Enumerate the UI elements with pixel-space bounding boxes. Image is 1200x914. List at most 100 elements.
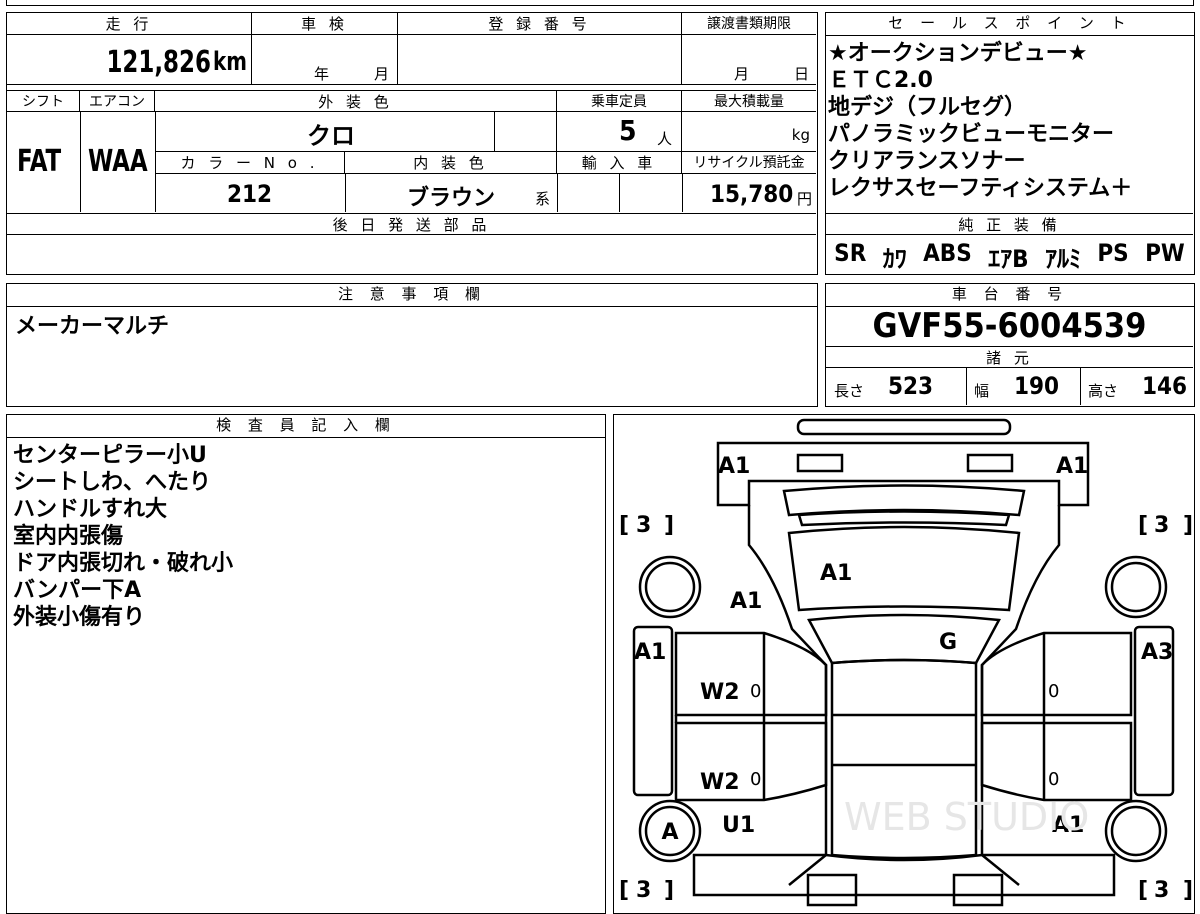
max-load-label: 最大積載量: [682, 90, 816, 112]
svg-text:[: [: [1138, 513, 1148, 538]
mark-zero-rf: 0: [1048, 681, 1059, 702]
inspector-line: センターピラー小U: [13, 443, 207, 468]
equipment-item: ｱﾙﾐ: [1044, 245, 1081, 273]
svg-text:]: ]: [664, 878, 674, 903]
spec-width-cell: 幅 190: [966, 368, 1081, 405]
svg-text:]: ]: [1183, 878, 1193, 903]
shaken-month: 月: [374, 65, 390, 83]
shift-label: シフト: [7, 90, 80, 112]
sales-point-item: レクサスセーフティシステム＋: [828, 176, 1133, 201]
shaken-cell: 年 月: [252, 35, 398, 85]
inspector-line: ドア内張切れ・破れ小: [13, 551, 234, 576]
capacity-label: 乗車定員: [557, 90, 682, 112]
mark-zero-lf: 0: [750, 681, 761, 702]
mark-roof-g: G: [939, 630, 957, 655]
max-load-cell: kg: [682, 112, 816, 152]
mark-front-left: A1: [718, 454, 750, 479]
shift-cell: FAT: [7, 112, 81, 212]
transfer-day: 日: [794, 65, 810, 83]
notes-box: 注 意 事 項 欄 メーカーマルチ: [6, 283, 818, 407]
registration-value: [398, 35, 682, 85]
equipment-item: SR: [834, 239, 867, 267]
inspector-line: 室内内張傷: [13, 524, 124, 549]
notes-text: メーカーマルチ: [15, 314, 170, 339]
spec-length-value: 523: [888, 372, 934, 400]
watermark: WEB STUDIO: [844, 795, 1089, 839]
inspector-lines: センターピラー小U シートしわ、へたり ハンドルすれ大 室内内張傷 ドア内張切れ…: [7, 438, 605, 631]
mark-left-front-side: A1: [634, 640, 666, 665]
shaken-label: 車 検: [252, 13, 398, 35]
exterior-color-value: クロ: [307, 122, 355, 150]
sales-points-box: セ ー ル ス ポ イ ン ト ★オークションデビュー★ ＥＴＣ2.0 地デジ（…: [825, 12, 1195, 275]
interior-color-suffix: 系: [535, 190, 551, 208]
notes-label: 注 意 事 項 欄: [7, 284, 817, 307]
svg-text:[: [: [1138, 878, 1148, 903]
spec-height-value: 146: [1142, 372, 1188, 400]
mileage-value: 121,826: [106, 45, 211, 80]
aircon-cell: WAA: [80, 112, 156, 212]
max-load-unit: kg: [791, 126, 810, 144]
equipment-label: 純 正 装 備: [826, 213, 1193, 235]
inspector-line: ハンドルすれ大: [13, 497, 168, 522]
sales-point-item: パノラミックビューモニター: [828, 122, 1115, 147]
car-diagram-box: [] [] [] [] A1 A1 3 3 A1 A1 G A1 A3 W2 W…: [613, 414, 1195, 914]
sales-points-list: ★オークションデビュー★ ＥＴＣ2.0 地デジ（フルセグ） パノラミックビューモ…: [826, 36, 1194, 202]
svg-text:]: ]: [1183, 513, 1193, 538]
transfer-deadline-cell: 月 日: [682, 35, 816, 85]
capacity-cell: 5 人: [557, 112, 682, 152]
equipment-item: ABS: [923, 239, 972, 267]
specs-label: 諸 元: [826, 346, 1193, 368]
color-no-label: カ ラ ー N o .: [155, 152, 345, 174]
interior-color-label: 内 装 色: [345, 152, 557, 174]
exterior-color-cell: クロ: [155, 112, 495, 152]
mileage-label: 走 行: [7, 13, 252, 35]
recycle-label: リサイクル預託金: [682, 152, 816, 174]
mark-tire-rr: 3: [1154, 878, 1169, 903]
chassis-box: 車 台 番 号 GVF55-6004539 諸 元 長さ 523 幅 190 高…: [825, 283, 1195, 407]
mark-fender-left: A1: [730, 589, 762, 614]
sales-point-item: ★オークションデビュー★: [828, 41, 1088, 66]
mark-right-front-side: A3: [1141, 640, 1173, 665]
shaken-year: 年: [314, 65, 330, 83]
import-label: 輸 入 車: [557, 152, 682, 174]
mileage-unit: km: [213, 47, 247, 77]
spec-width-label: 幅: [974, 382, 990, 400]
inspector-line: シートしわ、へたり: [13, 470, 212, 495]
exterior-color-extra: [495, 112, 557, 152]
svg-text:[: [: [619, 878, 629, 903]
mark-rear-left: U1: [722, 813, 755, 838]
mark-door-lr: W2: [700, 770, 740, 795]
recycle-unit: 円: [796, 190, 812, 208]
chassis-number: GVF55-6004539: [872, 306, 1147, 346]
inspector-line: 外装小傷有り: [13, 605, 146, 630]
mark-tire-fr: 3: [1154, 513, 1169, 538]
top-strip: [6, 0, 1194, 6]
spec-length-cell: 長さ 523: [826, 368, 967, 405]
spec-height-label: 高さ: [1088, 382, 1119, 400]
chassis-label: 車 台 番 号: [826, 284, 1194, 307]
import-cell-b: [619, 174, 683, 212]
capacity-unit: 人: [657, 130, 673, 148]
spec-height-cell: 高さ 146: [1080, 368, 1193, 405]
equipment-item: ｴｱB: [988, 245, 1029, 273]
recycle-value: 15,780: [710, 180, 794, 208]
shift-value: FAT: [17, 144, 62, 179]
inspector-label: 検 査 員 記 入 欄: [7, 415, 605, 438]
import-cell-a: [557, 174, 620, 212]
mark-front-right: A1: [1056, 454, 1088, 479]
exterior-color-label: 外 装 色: [155, 90, 557, 112]
interior-color-value: ブラウン: [407, 186, 496, 211]
later-parts-label: 後 日 発 送 部 品: [7, 213, 816, 235]
later-parts-value: [7, 235, 816, 273]
svg-text:[: [: [619, 513, 629, 538]
inspector-box: 検 査 員 記 入 欄 センターピラー小U シートしわ、へたり ハンドルすれ大 …: [6, 414, 606, 914]
capacity-value: 5: [619, 114, 637, 147]
mileage-cell: 121,826 km: [7, 35, 252, 85]
mark-zero-lr: 0: [750, 769, 761, 790]
mark-zero-rr: 0: [1048, 769, 1059, 790]
vehicle-info-table: 走 行 車 検 登 録 番 号 譲渡書類期限 121,826 km 年 月 月 …: [6, 12, 818, 275]
mark-tire-fl: 3: [636, 513, 651, 538]
equipment-item: PW: [1145, 239, 1185, 267]
spec-length-label: 長さ: [834, 382, 865, 400]
spec-width-value: 190: [1014, 372, 1060, 400]
